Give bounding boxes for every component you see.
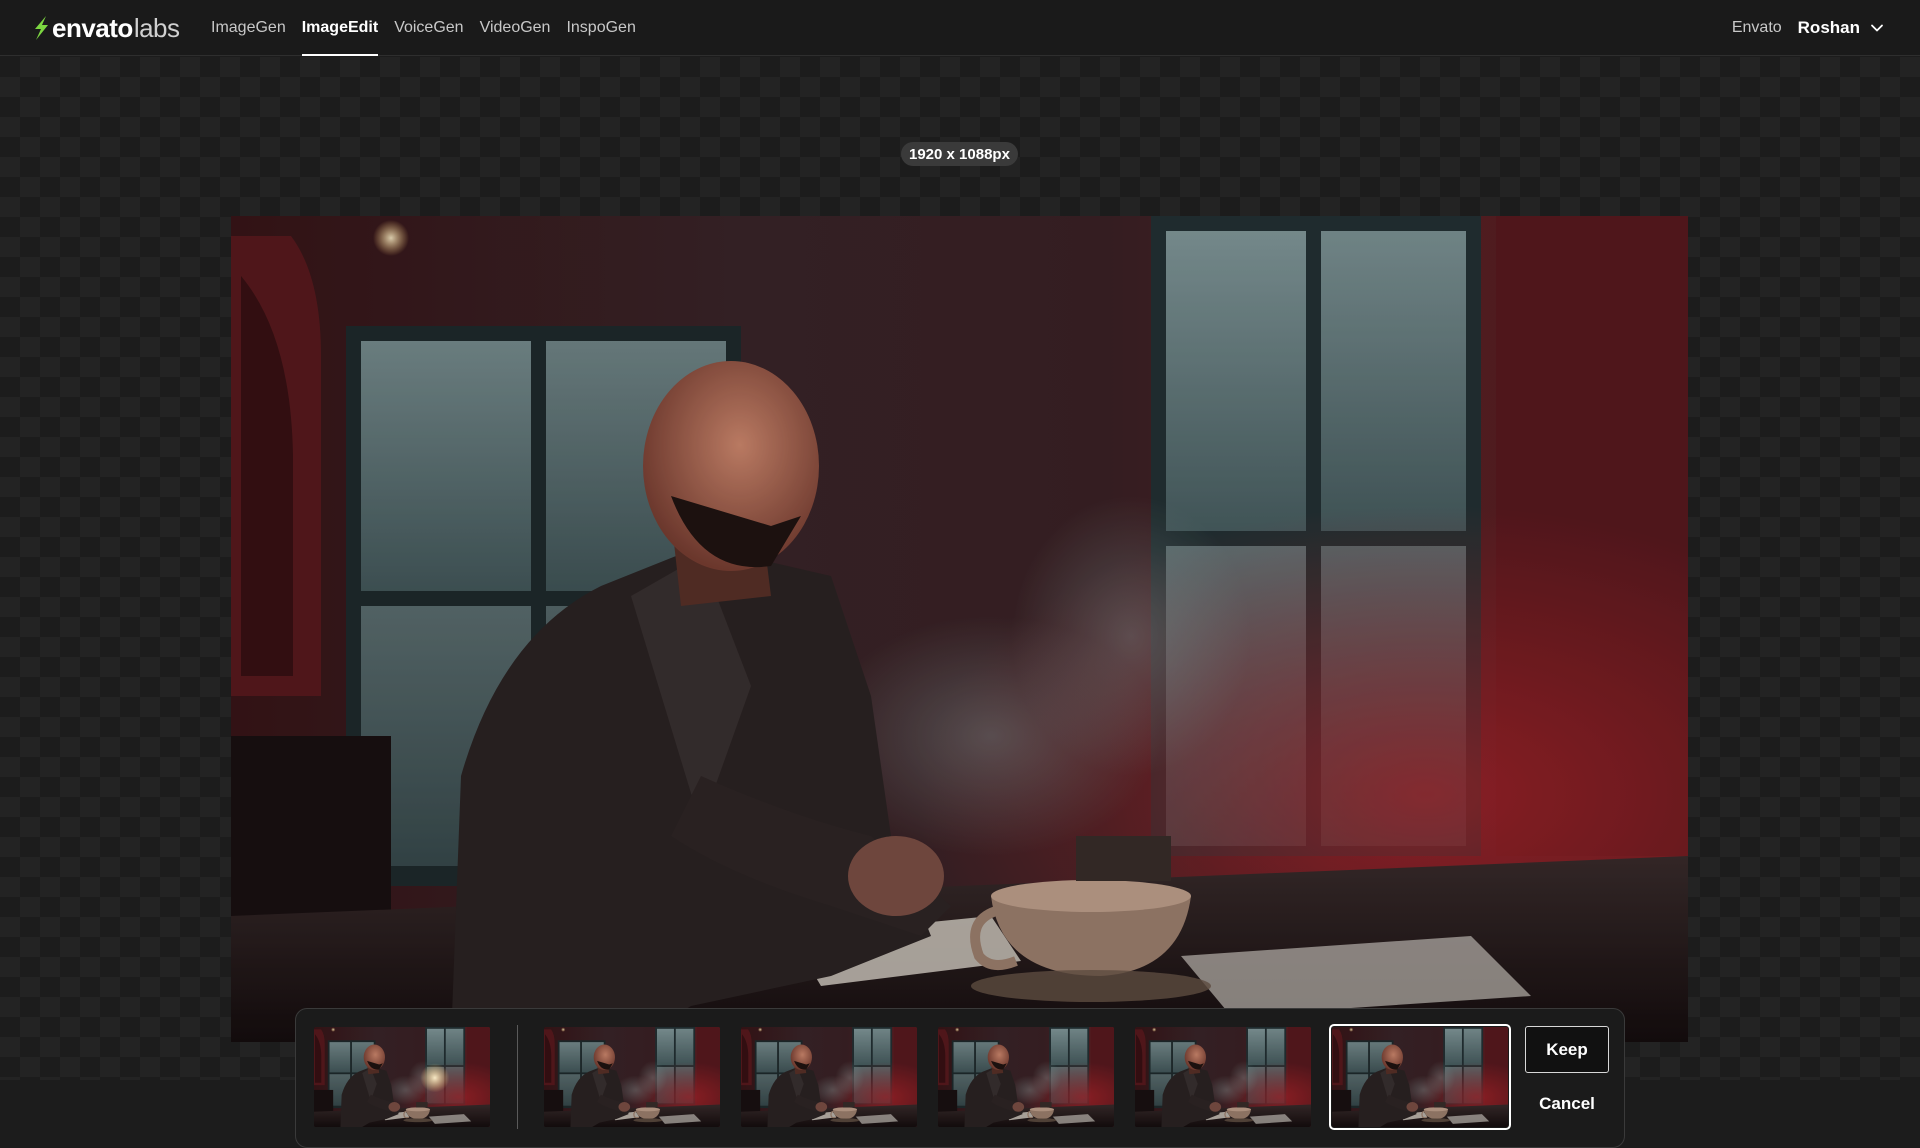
thumbnail-image xyxy=(314,1027,490,1127)
thumbnail-image xyxy=(1135,1027,1311,1127)
thumbnail-variation-4[interactable] xyxy=(1135,1027,1311,1127)
top-navigation-bar: envato labs ImageGen ImageEdit VoiceGen … xyxy=(0,0,1920,56)
thumbnail-variation-3[interactable] xyxy=(938,1027,1114,1127)
keep-button[interactable]: Keep xyxy=(1525,1026,1609,1073)
thumbnail-variation-1[interactable] xyxy=(544,1027,720,1127)
thumbnail-variation-2[interactable] xyxy=(741,1027,917,1127)
thumbnail-image xyxy=(544,1027,720,1127)
envato-link[interactable]: Envato xyxy=(1732,19,1782,37)
tab-imagegen[interactable]: ImageGen xyxy=(203,0,294,56)
image-dimensions-badge: 1920 x 1088px xyxy=(901,142,1018,166)
thumbnail-image xyxy=(938,1027,1114,1127)
image-preview[interactable] xyxy=(231,216,1688,1042)
thumbnail-variation-5[interactable] xyxy=(1329,1024,1511,1130)
thumbnail-image xyxy=(741,1027,917,1127)
tab-inspogen[interactable]: InspoGen xyxy=(558,0,643,56)
product-tabs: ImageGen ImageEdit VoiceGen VideoGen Ins… xyxy=(203,0,644,56)
cancel-button[interactable]: Cancel xyxy=(1525,1085,1609,1123)
logo-word-labs: labs xyxy=(133,12,180,43)
account-area: Envato Roshan xyxy=(1732,0,1884,56)
tab-voicegen[interactable]: VoiceGen xyxy=(386,0,471,56)
thumbnail-image xyxy=(1332,1027,1508,1127)
chevron-down-icon[interactable] xyxy=(1870,21,1884,35)
strip-divider xyxy=(517,1025,518,1129)
envato-labs-logo[interactable]: envato labs xyxy=(32,12,180,43)
thumbnail-original[interactable] xyxy=(314,1027,490,1127)
logo-word-envato: envato xyxy=(52,12,133,43)
tab-videogen[interactable]: VideoGen xyxy=(472,0,559,56)
tab-imageedit[interactable]: ImageEdit xyxy=(294,0,386,56)
cafe-scene-image xyxy=(231,216,1688,1042)
envato-leaf-icon xyxy=(35,16,48,40)
variations-panel: Keep Cancel xyxy=(295,1008,1625,1148)
user-menu-button[interactable]: Roshan xyxy=(1798,18,1860,38)
editing-canvas: 1920 x 1088px Keep Cancel xyxy=(0,57,1920,1148)
